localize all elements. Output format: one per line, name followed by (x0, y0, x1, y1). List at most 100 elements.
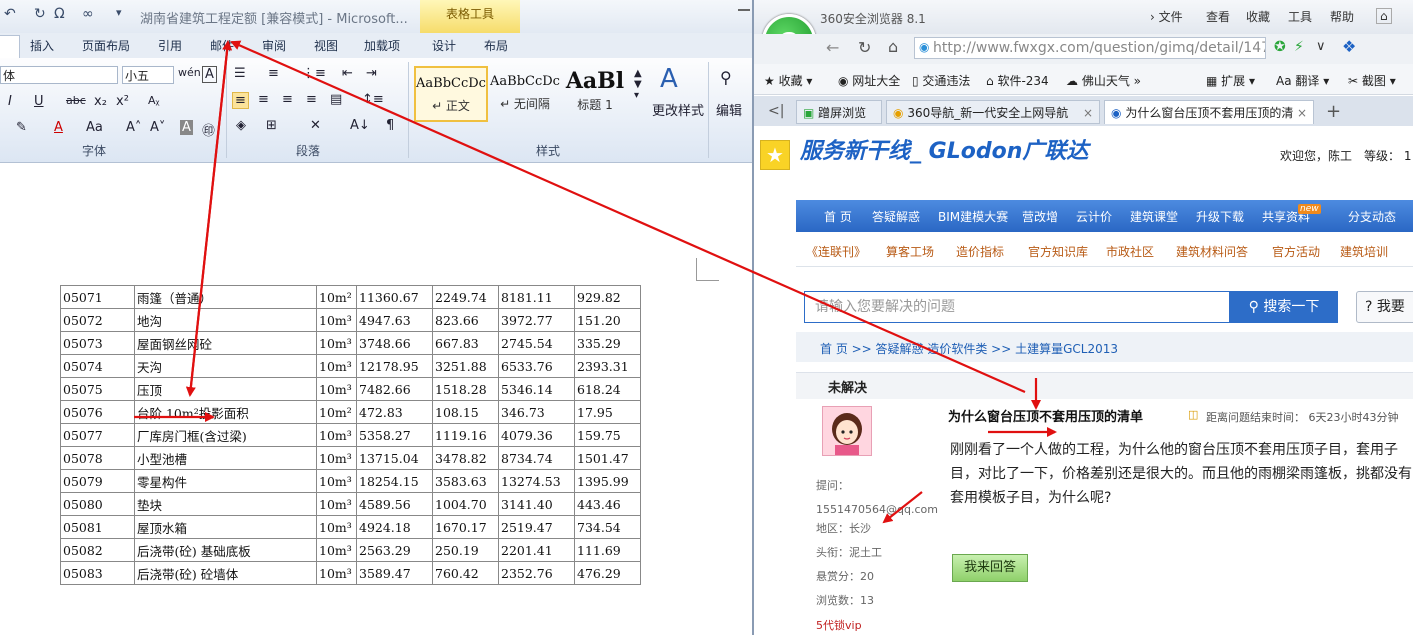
multilevel-list-icon[interactable]: ⋮≡ (302, 66, 326, 81)
table-cell[interactable]: 1670.17 (432, 515, 499, 539)
highlight-icon[interactable]: ✎ (16, 120, 27, 135)
font-name-box[interactable]: 体 (0, 66, 118, 84)
table-cell[interactable]: 3141.40 (498, 492, 575, 516)
table-cell[interactable]: 4589.56 (356, 492, 433, 516)
italic-icon[interactable]: I (8, 94, 12, 109)
font-color-icon[interactable]: A (54, 120, 63, 135)
table-cell[interactable]: 667.83 (432, 331, 499, 355)
table-cell[interactable]: 18254.15 (356, 469, 433, 493)
table-cell[interactable]: 11360.67 (356, 285, 433, 309)
phonetic-icon[interactable]: wén (178, 66, 201, 79)
table-cell[interactable]: 10m³ (316, 538, 357, 562)
table-cell[interactable]: 2519.47 (498, 515, 575, 539)
table-cell[interactable]: 05080 (60, 492, 135, 516)
sidebar-toggle-icon[interactable]: <| (768, 103, 784, 119)
superscript-icon[interactable]: x² (116, 94, 129, 109)
paw-search-icon[interactable]: ❖ (1342, 37, 1356, 56)
chinese-layout-icon[interactable]: ✕ (310, 118, 321, 133)
table-cell[interactable]: 后浇带(砼) 基础底板 (134, 538, 317, 562)
style-heading1[interactable]: AaBl 标题 1 (562, 66, 628, 122)
show-marks-icon[interactable]: ¶ (386, 118, 394, 133)
change-case-icon[interactable]: Aa (86, 120, 103, 135)
table-cell[interactable]: 05072 (60, 308, 135, 332)
table-cell[interactable]: 13715.04 (356, 446, 433, 470)
symbol-icon[interactable]: Ω (54, 6, 65, 26)
underline-icon[interactable]: U (34, 94, 44, 109)
clear-format-icon[interactable]: Aᵪ (148, 94, 160, 107)
increase-indent-icon[interactable]: ⇥ (366, 66, 377, 81)
menu-favorites[interactable]: 收藏 (1246, 8, 1270, 25)
table-cell[interactable]: 10m³ (316, 423, 357, 447)
secure-icon[interactable]: ✪ (1274, 39, 1286, 55)
nav-bim[interactable]: BIM建模大赛 (938, 208, 1008, 225)
table-cell[interactable]: 8181.11 (498, 285, 575, 309)
equation-icon[interactable]: ∞ (82, 6, 94, 26)
table-cell[interactable]: 929.82 (574, 285, 641, 309)
align-left-icon[interactable]: ≡ (232, 92, 249, 109)
table-cell[interactable]: 443.46 (574, 492, 641, 516)
speed-icon[interactable]: ⚡ (1294, 39, 1304, 55)
table-cell[interactable]: 1518.28 (432, 377, 499, 401)
subnav-materials[interactable]: 建筑材料问答 (1176, 243, 1248, 260)
nav-qa[interactable]: 答疑解惑 (872, 208, 920, 225)
table-cell[interactable]: 823.66 (432, 308, 499, 332)
table-cell[interactable]: 10m² (316, 400, 357, 424)
home-icon[interactable]: ⌂ (888, 37, 898, 56)
nav-cloud-pricing[interactable]: 云计价 (1076, 208, 1112, 225)
table-cell[interactable]: 346.73 (498, 400, 575, 424)
dropdown-icon[interactable]: ∨ (1316, 39, 1326, 54)
tab-insert[interactable]: 插入 (30, 37, 54, 54)
table-cell[interactable]: 250.19 (432, 538, 499, 562)
favorites-star-icon[interactable]: ★ (760, 140, 790, 170)
table-cell[interactable]: 05081 (60, 515, 135, 539)
grow-font-icon[interactable]: A˄ (126, 120, 141, 135)
table-cell[interactable]: 10m³ (316, 377, 357, 401)
table-cell[interactable]: 小型池槽 (134, 446, 317, 470)
decrease-indent-icon[interactable]: ⇤ (342, 66, 353, 81)
table-cell[interactable]: 4079.36 (498, 423, 575, 447)
table-cell[interactable]: 1119.16 (432, 423, 499, 447)
table-cell[interactable]: 1004.70 (432, 492, 499, 516)
find-icon[interactable]: ⚲ (720, 68, 732, 87)
table-cell[interactable]: 4947.63 (356, 308, 433, 332)
table-cell[interactable]: 335.29 (574, 331, 641, 355)
table-cell[interactable]: 159.75 (574, 423, 641, 447)
ask-question-button[interactable]: ? 我要 (1356, 291, 1413, 323)
table-cell[interactable]: 10m² (316, 285, 357, 309)
table-cell[interactable]: 111.69 (574, 538, 641, 562)
table-cell[interactable]: 10m³ (316, 354, 357, 378)
table-cell[interactable]: 3589.47 (356, 561, 433, 585)
close-icon[interactable]: × (1083, 101, 1093, 123)
tab-home[interactable] (0, 35, 20, 60)
table-cell[interactable]: 台阶 10m²投影面积 (134, 400, 317, 424)
tab-mailings[interactable]: 邮件 (210, 37, 234, 54)
table-cell[interactable]: 垫块 (134, 492, 317, 516)
redo-icon[interactable]: ↻ (34, 6, 46, 26)
nav-vat[interactable]: 营改增 (1022, 208, 1058, 225)
change-style-button[interactable]: 更改样式 (652, 100, 704, 119)
tab-page-layout[interactable]: 页面布局 (82, 37, 130, 54)
table-cell[interactable]: 3748.66 (356, 331, 433, 355)
table-cell[interactable]: 05079 (60, 469, 135, 493)
toolbar-screenshot[interactable]: ✂ 截图 ▾ (1348, 72, 1396, 89)
tab-design[interactable]: 设计 (432, 37, 456, 54)
table-cell[interactable]: 05076 (60, 400, 135, 424)
tab-split-screen[interactable]: ▣ 蹭屏浏览 (796, 100, 882, 124)
table-cell[interactable]: 17.95 (574, 400, 641, 424)
refresh-icon[interactable]: ↻ (858, 38, 871, 57)
table-cell[interactable]: 05078 (60, 446, 135, 470)
menu-tools[interactable]: 工具 (1288, 8, 1312, 25)
table-cell[interactable]: 108.15 (432, 400, 499, 424)
back-icon[interactable]: ← (826, 38, 839, 57)
minimize-icon[interactable] (738, 9, 750, 11)
table-cell[interactable]: 天沟 (134, 354, 317, 378)
toolbar-extensions[interactable]: ▦ 扩展 ▾ (1206, 72, 1255, 89)
table-cell[interactable]: 4924.18 (356, 515, 433, 539)
table-cell[interactable]: 05074 (60, 354, 135, 378)
table-cell[interactable]: 476.29 (574, 561, 641, 585)
style-normal[interactable]: AaBbCcDc ↵ 正文 (414, 66, 488, 122)
nav-branches[interactable]: 分支动态 (1348, 208, 1396, 225)
table-cell[interactable]: 后浇带(砼) 砼墙体 (134, 561, 317, 585)
site-logo[interactable]: 服务新干线_ GLodon广联达 (800, 133, 1088, 165)
table-cell[interactable]: 屋顶水箱 (134, 515, 317, 539)
